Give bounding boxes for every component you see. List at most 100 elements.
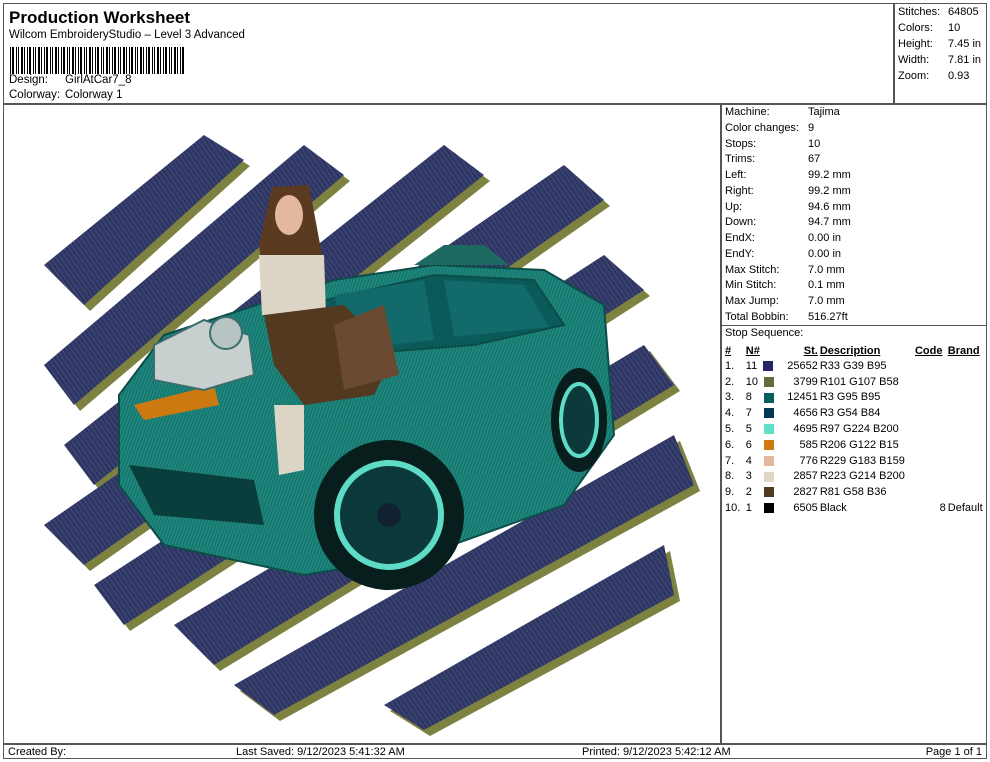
detail-row: Machine: Tajima xyxy=(725,106,985,118)
barcode-bar xyxy=(44,47,45,74)
barcode-bar xyxy=(177,47,178,74)
table-row: 10. 1 6505 Black 8 Default xyxy=(724,500,986,516)
color-code xyxy=(914,390,947,406)
table-row: 8. 3 2857 R223 G214 B200 xyxy=(724,469,986,485)
barcode-bar xyxy=(89,47,91,74)
table-row: 3. 8 12451 R3 G95 B95 xyxy=(724,390,986,406)
detail-row: Left: 99.2 mm xyxy=(725,169,985,181)
color-swatch xyxy=(763,424,774,435)
detail-label: Machine: xyxy=(725,106,770,118)
detail-value: 99.2 mm xyxy=(808,185,851,197)
color-code xyxy=(914,437,947,453)
color-description: R3 G95 B95 xyxy=(819,391,881,404)
col-header: Brand xyxy=(947,344,980,357)
needle-number: 10 xyxy=(745,375,759,388)
barcode-bar xyxy=(165,47,167,74)
detail-value: 94.7 mm xyxy=(808,216,851,228)
table-row: 5. 5 4695 R97 G224 B200 xyxy=(724,421,986,437)
colorway-label: Colorway: xyxy=(9,89,61,101)
barcode-bar xyxy=(143,47,144,74)
barcode-bar xyxy=(50,47,51,74)
barcode-bar xyxy=(157,47,159,74)
detail-row: Down: 94.7 mm xyxy=(725,216,985,228)
table-row: 4. 7 4656 R3 G54 B84 xyxy=(724,405,986,421)
barcode-bar xyxy=(160,47,161,74)
detail-value: 0.00 in xyxy=(808,248,842,260)
summary-value: 0.93 xyxy=(948,70,970,82)
col-header: Description xyxy=(819,344,881,357)
color-code xyxy=(914,469,947,485)
detail-label: Right: xyxy=(725,185,754,197)
barcode-bar xyxy=(12,47,14,74)
barcode-bar xyxy=(180,47,181,74)
table-row: 7. 4 776 R229 G183 B159 xyxy=(724,453,986,469)
needle-cell: 8 xyxy=(745,390,782,406)
summary-label: Width: xyxy=(898,54,930,66)
embroidery-design-image xyxy=(44,135,700,736)
barcode-bar xyxy=(55,47,57,74)
barcode-bar xyxy=(171,47,172,74)
color-brand xyxy=(947,421,986,437)
color-description: R97 G224 B200 xyxy=(819,423,899,436)
color-brand: Default xyxy=(947,502,983,515)
barcode-bar xyxy=(123,47,125,74)
color-brand xyxy=(947,484,986,500)
stitch-count: 776 xyxy=(799,454,818,467)
detail-row: EndY: 0.00 in xyxy=(725,248,985,260)
table-row: 9. 2 2827 R81 G58 B36 xyxy=(724,484,986,500)
page-number: Page 1 of 1 xyxy=(925,746,982,758)
row-index: 7. xyxy=(725,454,735,467)
barcode-bar xyxy=(148,47,150,74)
barcode-bar xyxy=(21,47,23,74)
color-brand xyxy=(947,390,986,406)
color-brand xyxy=(947,405,986,421)
stitch-count: 25652 xyxy=(787,359,818,372)
color-description: R223 G214 B200 xyxy=(819,470,905,483)
detail-value: 0.00 in xyxy=(808,232,842,244)
detail-row: Right: 99.2 mm xyxy=(725,185,985,197)
needle-cell: 4 xyxy=(745,453,782,469)
color-swatch xyxy=(763,360,774,371)
col-header: N# xyxy=(745,344,760,357)
table-row: 6. 6 585 R206 G122 B15 xyxy=(724,437,986,453)
design-preview xyxy=(3,104,721,744)
summary-row: Zoom: 0.93 xyxy=(898,70,986,82)
detail-value: 7.0 mm xyxy=(808,264,845,276)
detail-label: Total Bobbin: xyxy=(725,311,789,323)
needle-number: 5 xyxy=(745,423,752,436)
barcode-bar xyxy=(63,47,65,74)
design-value: GirlAtCar7_8 xyxy=(65,74,132,86)
barcode-bar xyxy=(118,47,119,74)
barcode-bar xyxy=(10,47,11,74)
barcode-bar xyxy=(103,47,104,74)
barcode-bar xyxy=(24,47,25,74)
color-description: R33 G39 B95 xyxy=(819,359,887,372)
detail-row: Color changes: 9 xyxy=(725,122,985,134)
detail-label: EndX: xyxy=(725,232,755,244)
barcode-bar xyxy=(112,47,113,74)
detail-value: 99.2 mm xyxy=(808,169,851,181)
detail-label: Up: xyxy=(725,201,743,213)
barcode-bar xyxy=(114,47,116,74)
summary-row: Height: 7.45 in xyxy=(898,38,986,50)
row-index: 3. xyxy=(725,391,735,404)
needle-number: 7 xyxy=(745,407,752,420)
detail-value: 0.1 mm xyxy=(808,279,845,291)
color-code xyxy=(914,453,947,469)
color-description: R101 G107 B58 xyxy=(819,375,899,388)
table-header-row: # N# St. Description Code Brand xyxy=(724,343,986,358)
stitch-count: 2827 xyxy=(793,486,818,499)
barcode-bar xyxy=(106,47,108,74)
barcode-bar xyxy=(174,47,176,74)
barcode-bar xyxy=(169,47,170,74)
row-index: 10. xyxy=(725,502,741,515)
barcode-bar xyxy=(27,47,28,74)
needle-number: 1 xyxy=(745,502,752,515)
barcode-bar xyxy=(154,47,155,74)
needle-number: 8 xyxy=(745,391,752,404)
barcode-bar xyxy=(135,47,136,74)
design-row: Design: GirlAtCar7_8 xyxy=(9,74,131,86)
worksheet-title: Production Worksheet xyxy=(9,8,191,27)
color-description: R81 G58 B36 xyxy=(819,486,887,499)
barcode-bar xyxy=(41,47,42,74)
